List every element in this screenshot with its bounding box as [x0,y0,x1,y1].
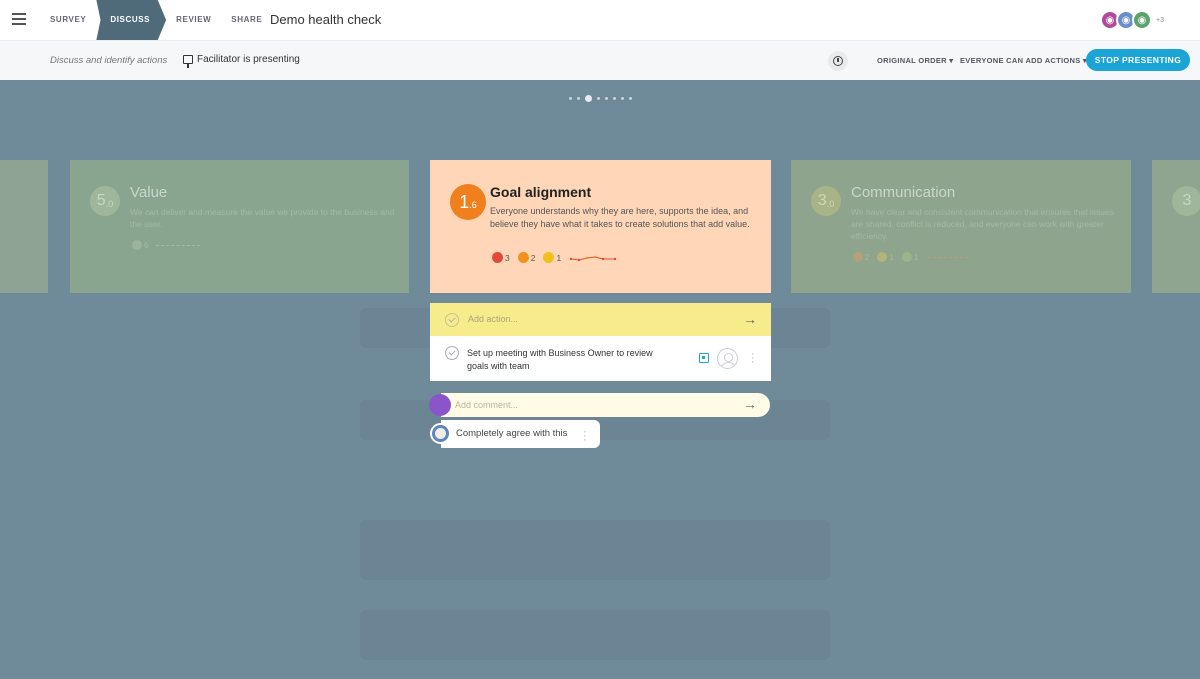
vote-summary: 2 1 1 [853,252,969,262]
card-title: Goal alignment [490,184,592,200]
presenting-label: Facilitator is presenting [197,54,300,65]
arrow-right-icon[interactable]: → [743,396,757,412]
page-dot[interactable] [628,97,632,100]
check-circle-icon[interactable] [445,346,459,360]
card-next-edge[interactable]: 3 [1152,160,1200,293]
vote-dot [877,252,888,262]
orange-vote-dot [517,252,529,263]
page-dot[interactable] [596,97,600,100]
top-bar: SURVEY DISCUSS REVIEW SHARE Demo health … [0,0,1200,40]
step-navigation: SURVEY DISCUSS REVIEW SHARE [40,0,272,40]
action-text: Set up meeting with Business Owner to re… [467,348,653,371]
add-action-input[interactable]: Add action... [468,314,518,324]
add-comment-input[interactable]: Add comment... [455,400,518,410]
score-badge: 5.0 [90,186,120,216]
more-participants-count[interactable]: +3 [1156,17,1164,24]
card-description: We can deliver and measure the value we … [130,207,395,229]
more-options-icon[interactable]: · · · [751,349,755,368]
assign-user-icon[interactable] [717,348,738,369]
card-pagination [566,95,634,102]
step-share[interactable]: SHARE [221,0,272,40]
card-communication[interactable]: 3.0 Communication We have clear and cons… [791,160,1131,293]
calendar-icon[interactable] [699,353,709,363]
vote-summary: 3 2 1 [492,252,617,263]
sub-toolbar: Discuss and identify actions Facilitator… [0,40,1200,80]
page-dot[interactable] [620,97,624,100]
step-review[interactable]: REVIEW [166,0,221,40]
presenting-status: Facilitator is presenting [183,54,300,68]
vote-dot [853,252,863,262]
stopwatch-icon [833,56,843,66]
page-dot[interactable] [604,97,608,100]
vote-summary: 6 [132,240,201,250]
card-title: Communication [851,184,956,201]
action-permission-dropdown[interactable]: EVERYONE CAN ADD ACTIONS ▾ [960,56,1087,65]
card-description: We have clear and consistent communicati… [851,207,1115,241]
page-dot[interactable] [576,97,580,100]
step-discuss[interactable]: DISCUSS [96,0,167,40]
participant-avatars[interactable]: ◉ ◉ ◉ +3 [1100,10,1164,30]
card-goal-alignment[interactable]: 1.6 Goal alignment Everyone understands … [430,160,771,293]
step-survey[interactable]: SURVEY [40,0,96,40]
page-dot-active[interactable] [584,95,592,102]
card-description: Everyone understands why they are here, … [490,206,750,229]
avatar [429,394,451,416]
trend-line [928,256,969,258]
arrow-right-icon[interactable]: → [743,311,757,327]
card-previous-edge[interactable] [0,160,48,293]
vote-dot [901,252,912,262]
comment-item: Completely agree with this · · · [441,420,600,448]
page-title: Demo health check [270,12,382,27]
background-row [360,610,830,660]
comment-text: Completely agree with this [456,428,568,439]
order-dropdown[interactable]: ORIGINAL ORDER ▾ [877,56,953,65]
action-item[interactable]: Set up meeting with Business Owner to re… [430,336,771,381]
yellow-vote-dot [543,252,555,263]
page-dot[interactable] [568,97,572,100]
page-dot[interactable] [612,97,616,100]
score-badge: 1.6 [450,184,486,220]
timer-button[interactable] [828,51,848,71]
more-options-icon[interactable]: · · · [583,427,587,446]
stop-presenting-button[interactable]: STOP PRESENTING [1086,49,1190,71]
card-title: Value [130,184,168,201]
presentation-icon [183,55,193,68]
red-vote-dot [492,252,503,263]
check-circle-icon [445,313,459,327]
trend-sparkline [570,255,617,261]
add-action-row[interactable]: Add action... → [430,303,771,336]
add-comment-row[interactable]: Add comment... → [441,393,770,417]
background-row [360,520,830,580]
step-hint: Discuss and identify actions [50,55,168,66]
card-value[interactable]: 5.0 Value We can deliver and measure the… [70,160,409,293]
trend-line [156,244,201,246]
score-badge: 3.0 [811,186,841,216]
avatar [430,423,451,444]
avatar: ◉ [1132,10,1152,30]
vote-dot [132,240,142,250]
score-badge: 3 [1172,186,1200,216]
menu-icon[interactable] [12,13,26,25]
